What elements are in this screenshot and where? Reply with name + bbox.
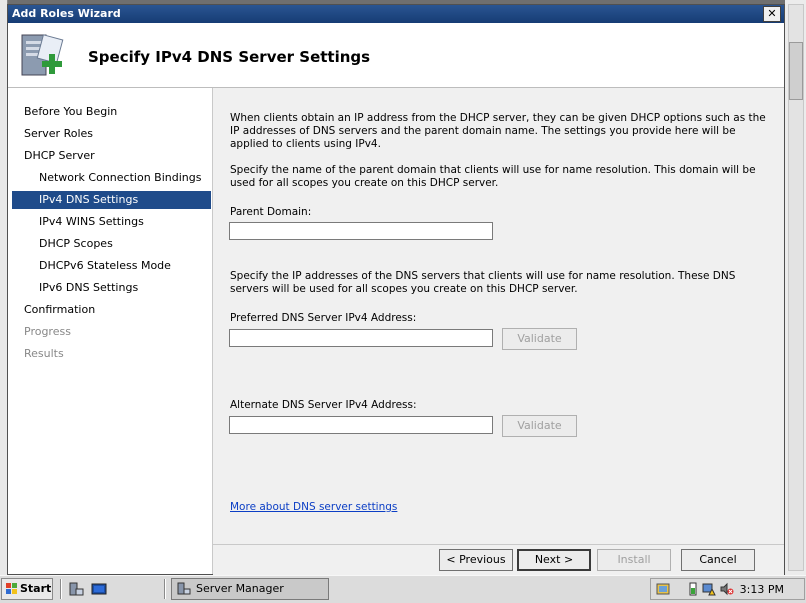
page-title: Specify IPv4 DNS Server Settings xyxy=(88,48,371,66)
preferred-dns-label: Preferred DNS Server IPv4 Address: xyxy=(230,312,417,324)
start-button[interactable]: Start xyxy=(1,578,53,600)
parent-domain-input[interactable] xyxy=(229,222,493,240)
more-about-dns-link[interactable]: More about DNS server settings xyxy=(230,501,397,513)
wizard-nav: Before You Begin Server Roles DHCP Server N… xyxy=(8,88,213,574)
install-button[interactable]: Install xyxy=(597,549,671,571)
intro-text: When clients obtain an IP address from t… xyxy=(230,112,766,150)
nav-item-before-you-begin[interactable]: Before You Begin xyxy=(12,103,211,121)
wizard-content: When clients obtain an IP address from t… xyxy=(213,88,784,544)
nav-item-ipv6-dns-settings[interactable]: IPv6 DNS Settings xyxy=(12,279,211,297)
title-bar: Add Roles Wizard ✕ xyxy=(8,5,784,23)
nav-item-dhcpv6-stateless-mode[interactable]: DHCPv6 Stateless Mode xyxy=(12,257,211,275)
next-button[interactable]: Next > xyxy=(517,549,591,571)
nav-item-confirmation[interactable]: Confirmation xyxy=(12,301,211,319)
domain-help-text: Specify the name of the parent domain th… xyxy=(230,164,756,189)
battery-icon[interactable] xyxy=(686,582,700,596)
nav-item-network-connection-bindings[interactable]: Network Connection Bindings xyxy=(12,169,211,187)
server-manager-task-button[interactable]: Server Manager xyxy=(171,578,329,600)
wizard-header: Specify IPv4 DNS Server Settings xyxy=(8,23,784,88)
wizard-footer: < Previous Next > Install Cancel xyxy=(213,544,784,575)
powershell-quicklaunch-icon[interactable] xyxy=(91,581,107,597)
nav-item-ipv4-wins-settings[interactable]: IPv4 WINS Settings xyxy=(12,213,211,231)
windows-flag-icon xyxy=(6,583,17,594)
close-button[interactable]: ✕ xyxy=(763,6,781,22)
nav-item-results: Results xyxy=(24,347,64,360)
volume-muted-icon[interactable] xyxy=(720,582,734,596)
nav-item-server-roles[interactable]: Server Roles xyxy=(12,125,211,143)
network-warning-icon[interactable] xyxy=(702,582,716,596)
window-title: Add Roles Wizard xyxy=(12,7,121,20)
taskbar-separator xyxy=(60,579,62,599)
nav-item-progress: Progress xyxy=(24,325,71,338)
nav-item-dhcp-scopes[interactable]: DHCP Scopes xyxy=(12,235,211,253)
system-tray: 3:13 PM xyxy=(650,578,805,600)
validate-alternate-button[interactable]: Validate xyxy=(502,415,577,437)
previous-button[interactable]: < Previous xyxy=(439,549,513,571)
dns-help-text: Specify the IP addresses of the DNS serv… xyxy=(230,270,736,295)
alternate-dns-input[interactable] xyxy=(229,416,493,434)
add-roles-wizard-window: Add Roles Wizard ✕ Specify IPv4 DNS Serv… xyxy=(7,4,785,575)
tray-app-icon[interactable] xyxy=(656,582,670,596)
cancel-button[interactable]: Cancel xyxy=(681,549,755,571)
background-scrollbar-thumb[interactable] xyxy=(789,42,803,100)
taskbar: Start Server Manager 3:13 PM xyxy=(0,575,806,603)
start-label: Start xyxy=(20,582,52,595)
alternate-dns-label: Alternate DNS Server IPv4 Address: xyxy=(230,399,417,411)
parent-domain-label: Parent Domain: xyxy=(230,206,312,218)
server-roles-add-icon xyxy=(21,34,64,76)
taskbar-separator xyxy=(164,579,166,599)
nav-item-ipv4-dns-settings[interactable]: IPv4 DNS Settings xyxy=(12,191,211,209)
validate-preferred-button[interactable]: Validate xyxy=(502,328,577,350)
server-manager-icon xyxy=(177,582,191,595)
task-label: Server Manager xyxy=(196,582,284,595)
preferred-dns-input[interactable] xyxy=(229,329,493,347)
clock: 3:13 PM xyxy=(739,583,784,596)
server-manager-quicklaunch-icon[interactable] xyxy=(68,581,84,597)
nav-item-dhcp-server[interactable]: DHCP Server xyxy=(12,147,211,165)
